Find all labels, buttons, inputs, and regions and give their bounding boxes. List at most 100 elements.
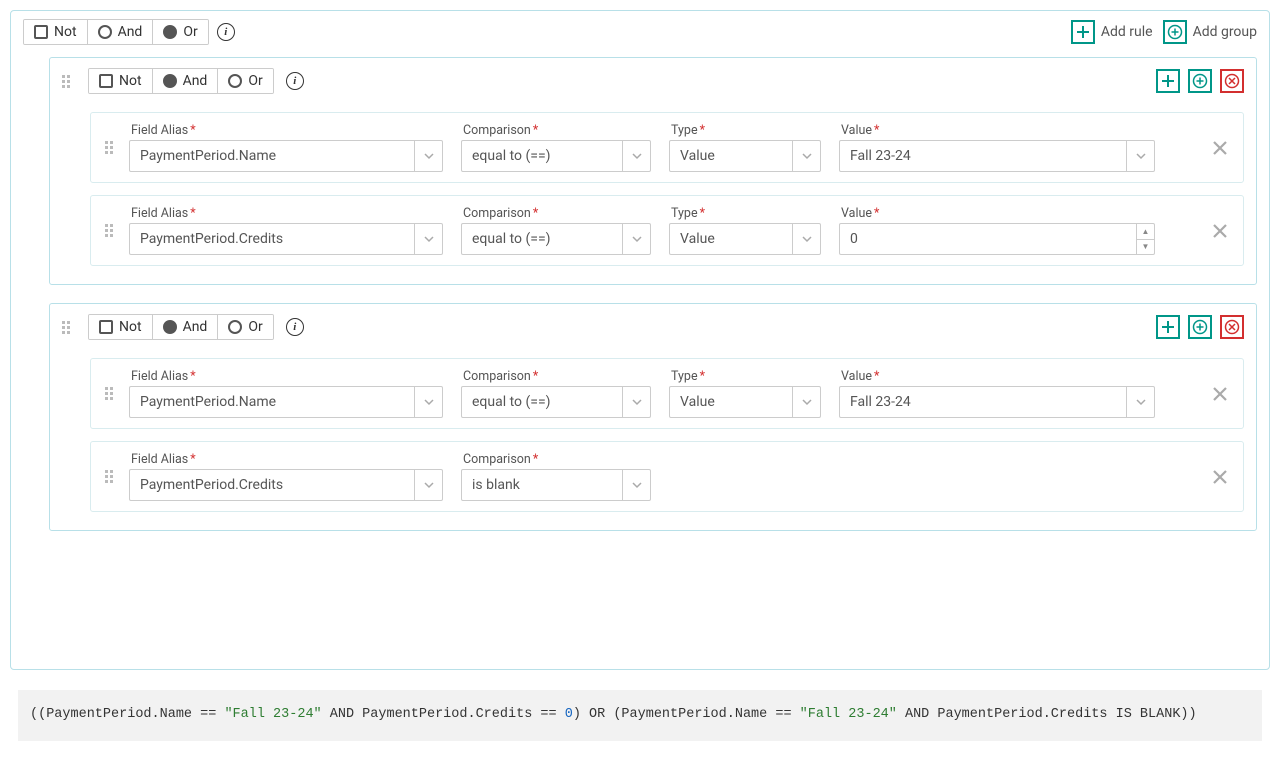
drag-handle[interactable] [62,321,76,334]
plus-circle-icon [1163,20,1187,44]
field-label: Field Alias* [129,123,443,138]
dropdown-value: is blank [462,470,622,500]
chevron-down-icon[interactable] [414,387,442,417]
root-query-group: Not And Or i [10,10,1270,670]
and-label: And [118,24,143,40]
field-label: Value* [839,123,1155,138]
and-toggle[interactable]: And [88,20,154,44]
field-label: Value* [839,369,1155,384]
dropdown[interactable]: Value [669,386,821,418]
plus-icon [1071,20,1095,44]
not-toggle[interactable]: Not [24,20,88,44]
logic-toggle[interactable]: NotAndOr [88,68,274,94]
field-label: Field Alias* [129,369,443,384]
chevron-down-icon[interactable] [622,141,650,171]
dropdown-value: equal to (==) [462,387,622,417]
dropdown[interactable]: PaymentPeriod.Credits [129,469,443,501]
drag-handle[interactable] [62,75,76,88]
expression-output: ((PaymentPeriod.Name == "Fall 23-24" AND… [18,690,1262,741]
delete-group-icon[interactable] [1220,69,1244,93]
field-label: Comparison* [461,206,651,221]
or-label: Or [183,24,197,40]
info-icon[interactable]: i [286,318,304,336]
field-label: Comparison* [461,452,651,467]
and-toggle[interactable]: And [153,69,219,93]
chevron-down-icon[interactable] [622,224,650,254]
delete-rule-button[interactable] [1211,468,1229,486]
number-spinner[interactable]: ▲▼ [1136,224,1154,254]
info-icon[interactable]: i [286,72,304,90]
add-group-icon[interactable] [1188,315,1212,339]
chevron-down-icon[interactable] [1126,141,1154,171]
not-toggle[interactable]: Not [89,315,153,339]
dropdown[interactable]: equal to (==) [461,386,651,418]
dropdown[interactable]: Value [669,140,821,172]
field-label: Value* [839,206,1155,221]
field-label: Type* [669,206,821,221]
chevron-down-icon[interactable] [622,387,650,417]
chevron-down-icon[interactable] [414,224,442,254]
add-rule-label: Add rule [1101,24,1153,40]
delete-rule-button[interactable] [1211,222,1229,240]
info-icon[interactable]: i [217,23,235,41]
not-label: Not [54,24,77,40]
dropdown-value: Fall 23-24 [840,141,1126,171]
field-label: Type* [669,123,821,138]
delete-rule-button[interactable] [1211,139,1229,157]
dropdown[interactable]: Fall 23-24 [839,386,1155,418]
delete-group-icon[interactable] [1220,315,1244,339]
dropdown[interactable]: Fall 23-24 [839,140,1155,172]
chevron-down-icon[interactable] [414,141,442,171]
dropdown-value: Fall 23-24 [840,387,1126,417]
dropdown-value: Value [670,387,792,417]
dropdown[interactable]: 0▲▼ [839,223,1155,255]
dropdown[interactable]: PaymentPeriod.Name [129,140,443,172]
dropdown-value: Value [670,141,792,171]
dropdown[interactable]: is blank [461,469,651,501]
field-label: Comparison* [461,123,651,138]
and-toggle[interactable]: And [153,315,219,339]
chevron-down-icon[interactable] [792,141,820,171]
rule-row: Field Alias* PaymentPeriod.Name Comparison… [90,358,1244,429]
or-toggle[interactable]: Or [153,20,207,44]
add-group-icon[interactable] [1188,69,1212,93]
delete-rule-button[interactable] [1211,385,1229,403]
dropdown[interactable]: Value [669,223,821,255]
chevron-down-icon[interactable] [792,224,820,254]
add-group-label: Add group [1193,24,1257,40]
chevron-down-icon[interactable] [1126,387,1154,417]
drag-handle[interactable] [105,224,119,237]
dropdown-value: PaymentPeriod.Credits [130,470,414,500]
query-group: NotAndOriField Alias*PaymentPeriod.NameC… [49,303,1257,531]
field-label: Field Alias* [129,452,443,467]
dropdown-value: PaymentPeriod.Name [130,387,414,417]
add-rule-button[interactable]: Add rule [1071,20,1153,44]
drag-handle[interactable] [105,387,119,400]
field-label: Field Alias* [129,206,443,221]
drag-handle[interactable] [105,141,119,154]
dropdown-value: PaymentPeriod.Name [130,141,414,171]
rule-row: Field Alias* PaymentPeriod.Credits Compari… [90,441,1244,512]
or-toggle[interactable]: Or [218,315,272,339]
not-toggle[interactable]: Not [89,69,153,93]
dropdown-value: PaymentPeriod.Credits [130,224,414,254]
root-logic-toggle[interactable]: Not And Or [23,19,209,45]
chevron-down-icon[interactable] [792,387,820,417]
dropdown[interactable]: PaymentPeriod.Credits [129,223,443,255]
dropdown-value: equal to (==) [462,224,622,254]
dropdown-value: equal to (==) [462,141,622,171]
logic-toggle[interactable]: NotAndOr [88,314,274,340]
add-rule-icon[interactable] [1156,69,1180,93]
add-rule-icon[interactable] [1156,315,1180,339]
dropdown[interactable]: equal to (==) [461,140,651,172]
add-group-button[interactable]: Add group [1163,20,1257,44]
dropdown[interactable]: equal to (==) [461,223,651,255]
drag-handle[interactable] [105,470,119,483]
field-label: Type* [669,369,821,384]
field-label: Comparison* [461,369,651,384]
dropdown[interactable]: PaymentPeriod.Name [129,386,443,418]
dropdown-value: 0 [840,224,1136,254]
or-toggle[interactable]: Or [218,69,272,93]
chevron-down-icon[interactable] [622,470,650,500]
chevron-down-icon[interactable] [414,470,442,500]
